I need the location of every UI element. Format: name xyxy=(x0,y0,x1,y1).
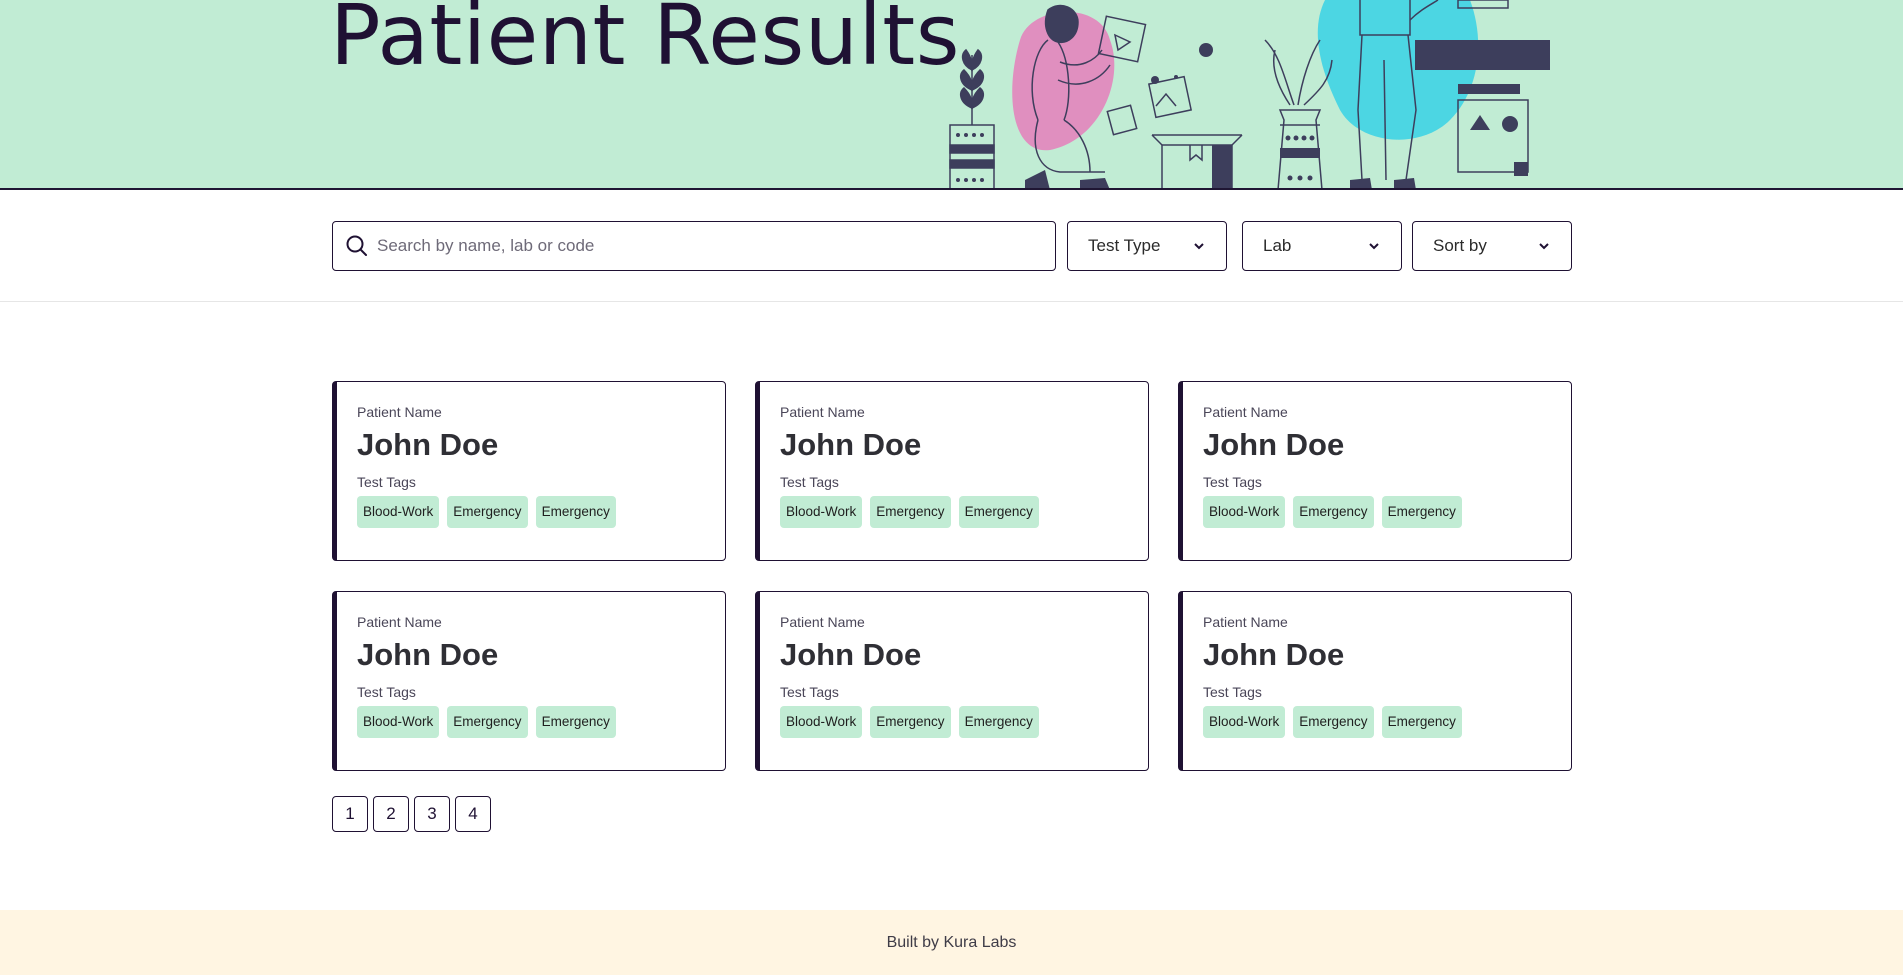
tag-badge: Blood-Work xyxy=(1203,496,1286,528)
chevron-down-icon xyxy=(1369,243,1379,250)
footer: Built by Kura Labs xyxy=(0,910,1903,975)
search-icon xyxy=(346,235,367,256)
filter-bar: Test Type Lab Sort by xyxy=(0,190,1903,302)
page-title: Patient Results xyxy=(330,0,960,84)
pagination: 1 2 3 4 xyxy=(332,796,491,832)
tag-badge: Emergency xyxy=(1293,706,1374,738)
patient-name: John Doe xyxy=(780,637,922,672)
sort-by-dropdown[interactable]: Sort by xyxy=(1412,221,1572,271)
tag-badge: Emergency xyxy=(1381,496,1462,528)
hero-banner: Patient Results xyxy=(0,0,1903,190)
tag-badge: Blood-Work xyxy=(780,496,863,528)
tag-badge: Blood-Work xyxy=(1203,706,1286,738)
patient-card[interactable]: Patient Name John Doe Test Tags Blood-Wo… xyxy=(332,591,726,771)
page-button-1[interactable]: 1 xyxy=(332,796,368,832)
tag-badge: Blood-Work xyxy=(357,496,440,528)
tag-badge: Emergency xyxy=(1381,706,1462,738)
patient-name-label: Patient Name xyxy=(1203,614,1288,630)
lab-label: Lab xyxy=(1263,236,1292,255)
test-tags-label: Test Tags xyxy=(1203,474,1262,490)
patient-name-label: Patient Name xyxy=(780,404,865,420)
tag-badge: Emergency xyxy=(1293,496,1374,528)
tag-badge: Emergency xyxy=(870,496,951,528)
test-tags-label: Test Tags xyxy=(780,684,839,700)
sort-by-label: Sort by xyxy=(1433,236,1487,255)
patient-card[interactable]: Patient Name John Doe Test Tags Blood-Wo… xyxy=(1178,591,1572,771)
tag-list: Blood-Work Emergency Emergency xyxy=(357,706,725,738)
chevron-down-icon xyxy=(1539,243,1549,250)
patient-name-label: Patient Name xyxy=(357,614,442,630)
chevron-down-icon xyxy=(1194,243,1204,250)
tag-list: Blood-Work Emergency Emergency xyxy=(780,706,1148,738)
search-input[interactable] xyxy=(377,236,1017,256)
tag-badge: Emergency xyxy=(870,706,951,738)
tag-badge: Emergency xyxy=(958,706,1039,738)
page-button-2[interactable]: 2 xyxy=(373,796,409,832)
patient-card[interactable]: Patient Name John Doe Test Tags Blood-Wo… xyxy=(332,381,726,561)
search-box[interactable] xyxy=(332,221,1056,271)
test-tags-label: Test Tags xyxy=(357,474,416,490)
page-button-4[interactable]: 4 xyxy=(455,796,491,832)
patient-card[interactable]: Patient Name John Doe Test Tags Blood-Wo… xyxy=(1178,381,1572,561)
test-tags-label: Test Tags xyxy=(1203,684,1262,700)
patient-card[interactable]: Patient Name John Doe Test Tags Blood-Wo… xyxy=(755,381,1149,561)
patient-name: John Doe xyxy=(780,427,922,462)
tag-list: Blood-Work Emergency Emergency xyxy=(1203,496,1571,528)
tag-list: Blood-Work Emergency Emergency xyxy=(357,496,725,528)
tag-badge: Emergency xyxy=(535,706,616,738)
tag-badge: Blood-Work xyxy=(357,706,440,738)
tag-badge: Emergency xyxy=(535,496,616,528)
patient-name: John Doe xyxy=(1203,637,1345,672)
test-tags-label: Test Tags xyxy=(780,474,839,490)
patient-name: John Doe xyxy=(1203,427,1345,462)
hero-illustration xyxy=(949,0,1550,188)
patient-name-label: Patient Name xyxy=(780,614,865,630)
test-tags-label: Test Tags xyxy=(357,684,416,700)
tag-list: Blood-Work Emergency Emergency xyxy=(780,496,1148,528)
tag-badge: Emergency xyxy=(958,496,1039,528)
tag-badge: Blood-Work xyxy=(780,706,863,738)
footer-text: Built by Kura Labs xyxy=(886,933,1017,951)
page-button-3[interactable]: 3 xyxy=(414,796,450,832)
patient-name: John Doe xyxy=(357,427,499,462)
test-type-label: Test Type xyxy=(1088,236,1161,255)
tag-badge: Emergency xyxy=(447,706,528,738)
tag-badge: Emergency xyxy=(447,496,528,528)
tag-list: Blood-Work Emergency Emergency xyxy=(1203,706,1571,738)
patient-card[interactable]: Patient Name John Doe Test Tags Blood-Wo… xyxy=(755,591,1149,771)
test-type-dropdown[interactable]: Test Type xyxy=(1067,221,1227,271)
lab-dropdown[interactable]: Lab xyxy=(1242,221,1402,271)
patient-name: John Doe xyxy=(357,637,499,672)
patient-name-label: Patient Name xyxy=(357,404,442,420)
patient-name-label: Patient Name xyxy=(1203,404,1288,420)
